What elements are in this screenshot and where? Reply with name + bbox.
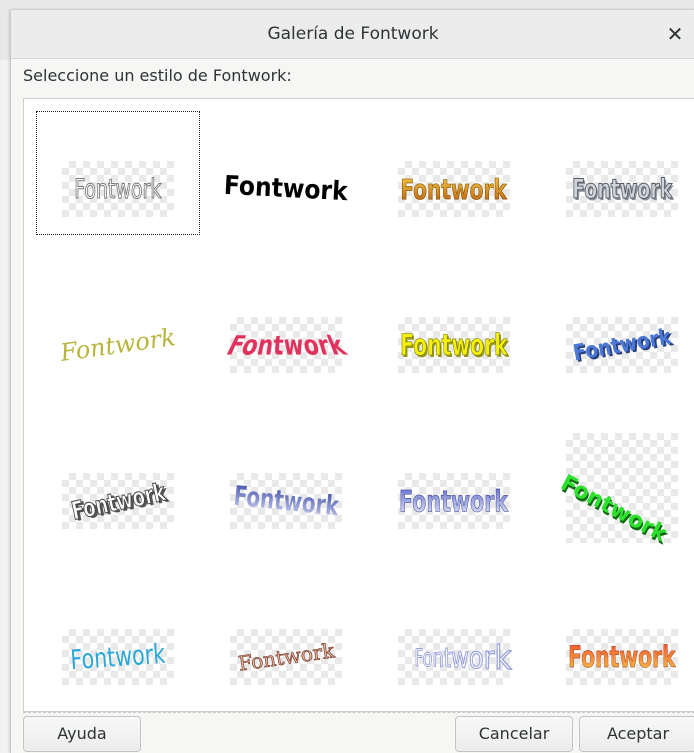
- dialog-title: Galería de Fontwork: [267, 24, 439, 44]
- fontwork-preview-text: Fontwork: [571, 324, 673, 366]
- fontwork-preview: Fontwork: [230, 473, 342, 529]
- fontwork-preview-text: Fontwork: [74, 173, 162, 205]
- select-style-label: Seleccione un estilo de Fontwork:: [23, 66, 292, 85]
- fontwork-preview: Fontwork: [62, 473, 174, 529]
- cancel-button[interactable]: Cancelar: [455, 716, 573, 752]
- fontwork-style-cyan-wave[interactable]: Fontwork: [36, 579, 200, 703]
- fontwork-style-blue-wave-3d[interactable]: Fontwork: [540, 267, 694, 391]
- fontwork-preview: Fontwork: [223, 161, 349, 217]
- fontwork-style-red-perspective[interactable]: Fontwork: [204, 267, 368, 391]
- fontwork-preview: Fontwork: [62, 161, 174, 217]
- fontwork-preview: Fontwork: [398, 317, 510, 373]
- fontwork-preview: Fontwork: [566, 161, 678, 217]
- fontwork-preview-text: Fontwork: [571, 173, 673, 205]
- gallery-separator: [23, 712, 694, 713]
- fontwork-style-arc-black[interactable]: Fontwork: [204, 111, 368, 235]
- fontwork-preview: Fontwork: [556, 433, 678, 547]
- fontwork-preview: Fontwork: [62, 629, 174, 685]
- fontwork-preview: Fontwork: [219, 317, 353, 373]
- fontwork-preview: Fontwork: [398, 473, 510, 529]
- fontwork-style-olive-italic-slant[interactable]: Fontwork: [36, 267, 200, 391]
- fontwork-preview-text: Fontwork: [400, 328, 508, 363]
- fontwork-style-yellow-3d[interactable]: Fontwork: [372, 267, 536, 391]
- close-icon[interactable]: ✕: [663, 22, 687, 46]
- fontwork-style-periwinkle-bulge[interactable]: Fontwork: [372, 423, 536, 547]
- fontwork-preview: Fontwork: [398, 629, 512, 685]
- fontwork-preview-text: Fontwork: [223, 170, 349, 208]
- fontwork-style-navy-gradient-wave[interactable]: Fontwork: [204, 423, 368, 547]
- fontwork-style-silver-3d[interactable]: Fontwork: [540, 111, 694, 235]
- fontwork-preview: Fontwork: [230, 629, 342, 685]
- fontwork-preview-text: Fontwork: [232, 480, 340, 522]
- help-button[interactable]: Ayuda: [23, 716, 141, 752]
- fontwork-style-gallery[interactable]: Fontwork Fontwork Fontwork Fontwork Fontwork…: [23, 98, 694, 712]
- fontwork-preview-text: Fontwork: [58, 323, 178, 367]
- fontwork-style-lavender-perspective[interactable]: Fontwork: [372, 579, 536, 703]
- dialog-titlebar: Galería de Fontwork ✕: [11, 10, 694, 59]
- fontwork-preview-text: Fontwork: [399, 483, 509, 519]
- fontwork-preview-text: Fontwork: [568, 640, 676, 674]
- fontwork-preview-text: Fontwork: [556, 470, 671, 547]
- fontwork-preview-text: Fontwork: [219, 331, 353, 363]
- fontwork-style-outline-white[interactable]: Fontwork: [36, 111, 200, 235]
- fontwork-style-brown-arch[interactable]: Fontwork: [204, 579, 368, 703]
- fontwork-style-gold-gradient[interactable]: Fontwork: [372, 111, 536, 235]
- fontwork-preview-text: Fontwork: [414, 636, 512, 678]
- fontwork-preview: Fontwork: [566, 317, 678, 373]
- fontwork-style-green-arc-3d[interactable]: Fontwork: [540, 423, 694, 547]
- fontwork-preview: Fontwork: [58, 317, 178, 373]
- fontwork-preview-text: Fontwork: [69, 638, 167, 676]
- fontwork-preview: Fontwork: [398, 161, 510, 217]
- fontwork-preview-text: Fontwork: [68, 476, 168, 526]
- fontwork-preview-text: Fontwork: [400, 172, 508, 206]
- fontwork-style-gray-slant-3d[interactable]: Fontwork: [36, 423, 200, 547]
- fontwork-preview: Fontwork: [566, 629, 678, 685]
- ok-button[interactable]: Aceptar: [579, 716, 694, 752]
- fontwork-gallery-dialog: Galería de Fontwork ✕ Seleccione un esti…: [10, 10, 694, 753]
- fontwork-style-orange-red-gradient[interactable]: Fontwork: [540, 579, 694, 703]
- fontwork-preview-text: Fontwork: [236, 638, 336, 676]
